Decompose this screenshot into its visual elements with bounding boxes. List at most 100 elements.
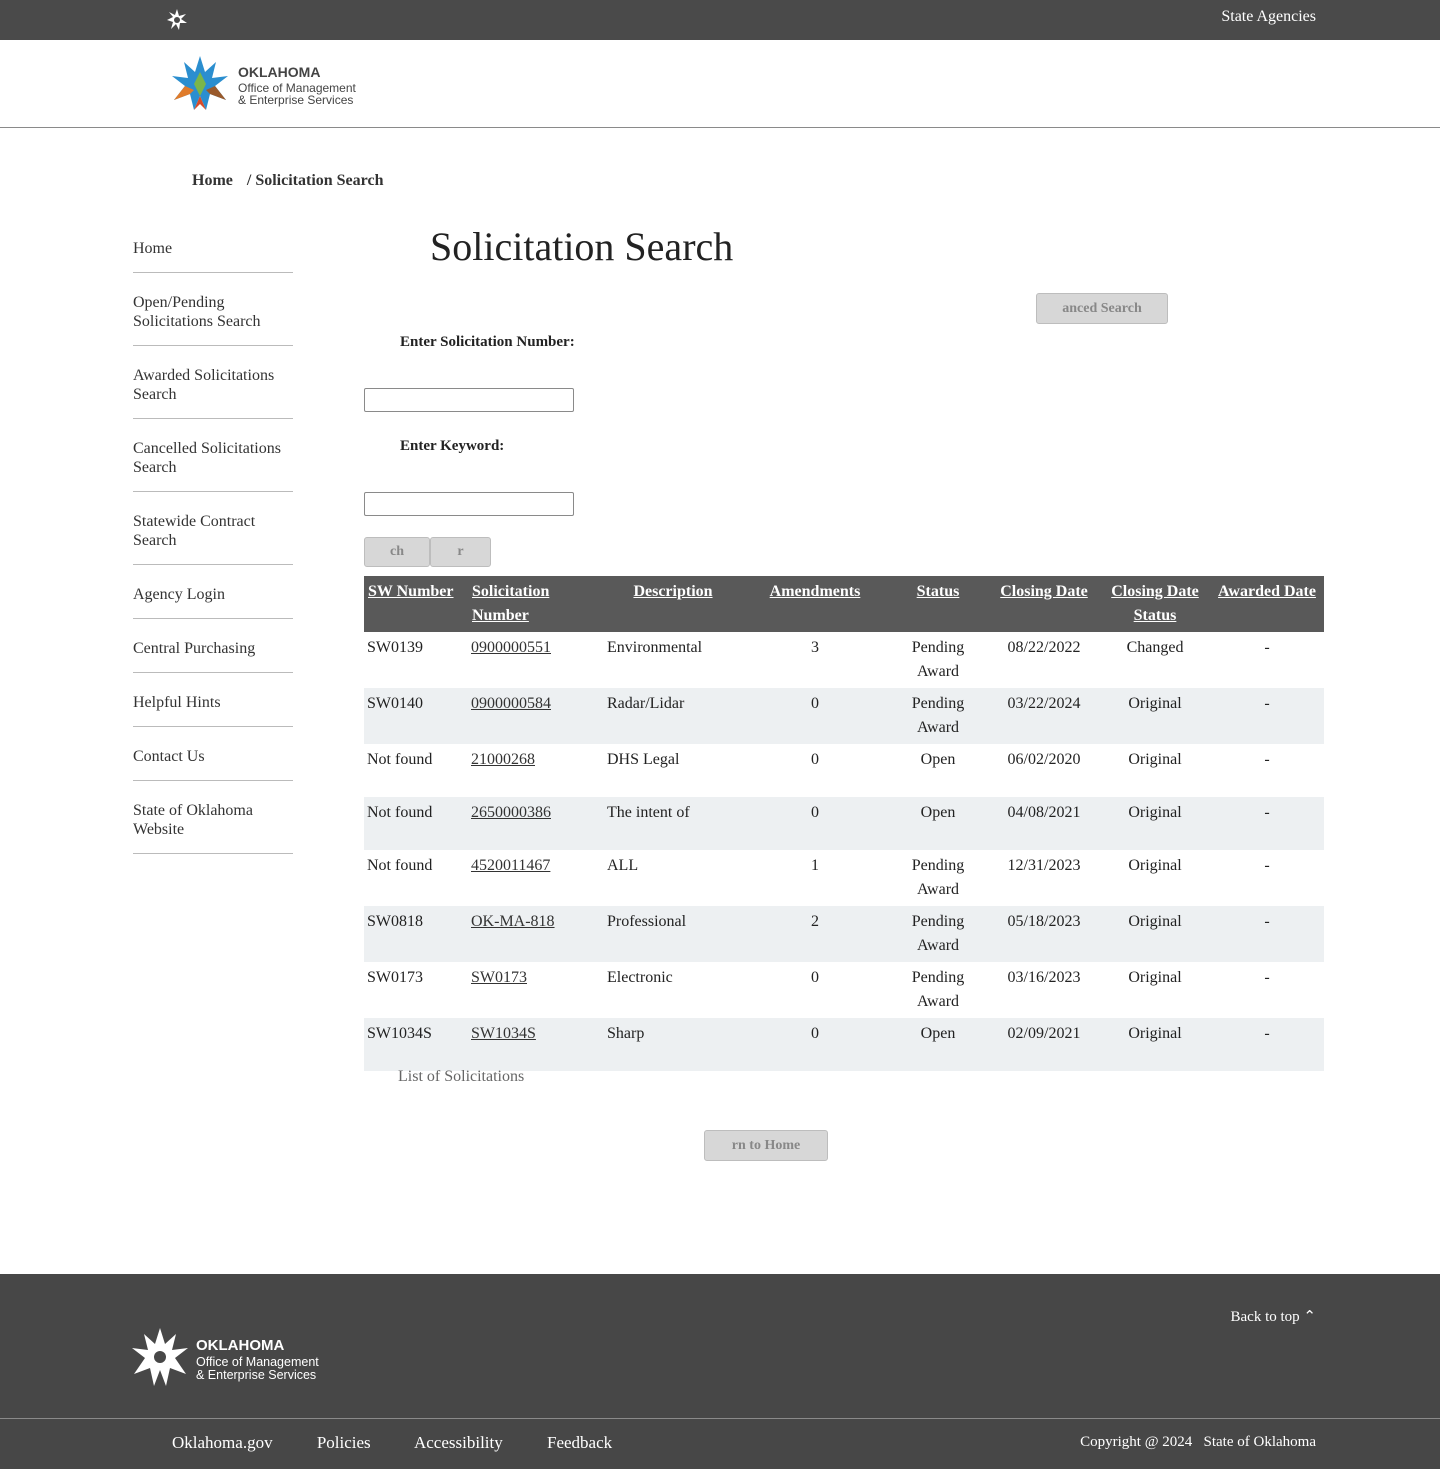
cell-amendments: 0: [742, 1018, 888, 1071]
cell-status: Pending Award: [911, 639, 965, 680]
copyright-state: State of Oklahoma: [1203, 1434, 1316, 1450]
table-header-row: SW Number Solicitation Number Descriptio…: [364, 576, 1324, 632]
sidebar-item-state-website[interactable]: State of Oklahoma Website: [133, 797, 293, 854]
sidebar-item-statewide-contract[interactable]: Statewide Contract Search: [133, 508, 293, 565]
sidebar-item-contact-us[interactable]: Contact Us: [133, 743, 293, 781]
solicitation-link[interactable]: SW0173: [471, 969, 527, 986]
cell-sw-number: Not found: [364, 797, 468, 850]
cell-status: Open: [920, 751, 956, 768]
solicitation-link[interactable]: 21000268: [471, 751, 535, 768]
cell-closing-date: 03/22/2024: [988, 688, 1100, 744]
table-row: Not found 2650000386 The intent of 0 Open 04/…: [364, 797, 1324, 850]
cell-solicitation-number: 4520011467: [468, 850, 604, 906]
footer-divider: [0, 1418, 1440, 1419]
cell-solicitation-number: SW1034S: [468, 1018, 604, 1071]
search-button[interactable]: ch: [364, 537, 430, 567]
cell-sw-number: SW0173: [367, 969, 423, 986]
cell-amendments: 0: [811, 751, 819, 768]
sidebar-item-cancelled[interactable]: Cancelled Solicitations Search: [133, 435, 293, 492]
cell-solicitation-number: 0900000551: [468, 632, 604, 688]
cell-amendments: 3: [811, 639, 819, 656]
back-to-top-link[interactable]: Back to top ⌃: [1231, 1307, 1316, 1326]
cell-closing-date: 04/08/2021: [988, 797, 1100, 850]
header-sw-number[interactable]: SW Number: [364, 576, 468, 632]
back-to-top-label: Back to top: [1230, 1309, 1300, 1325]
clear-button[interactable]: r: [430, 537, 491, 567]
oklahoma-star-icon[interactable]: [165, 8, 189, 32]
cell-awarded-date: -: [1264, 857, 1270, 874]
header-amendments[interactable]: Amendments: [742, 576, 888, 632]
cell-description: DHS Legal: [607, 751, 680, 768]
oklahoma-star-icon: [132, 1328, 188, 1386]
cell-closing-date-status: Original: [1128, 751, 1182, 768]
cell-description: ALL: [607, 857, 639, 874]
cell-description: Electronic: [607, 969, 673, 986]
cell-solicitation-number: SW0173: [468, 962, 604, 1018]
oklahoma-star-icon: [172, 56, 228, 110]
solicitation-link[interactable]: 0900000551: [471, 639, 551, 656]
header-awarded-date[interactable]: Awarded Date: [1210, 576, 1324, 632]
cell-awarded-date: -: [1264, 751, 1270, 768]
breadcrumb-current: / Solicitation Search: [246, 172, 384, 189]
solicitation-link[interactable]: 2650000386: [471, 804, 551, 821]
table-body: SW0139 0900000551 Environmental 3 Pending Aw…: [364, 632, 1324, 1071]
solicitation-number-input[interactable]: [364, 388, 574, 412]
cell-description: Professional: [604, 906, 742, 962]
footer-logo-line-1: OKLAHOMA: [196, 1337, 284, 1354]
table-caption: List of Solicitations: [398, 1068, 525, 1085]
header-closing-date[interactable]: Closing Date: [988, 576, 1100, 632]
header-closing-date-status[interactable]: Closing Date Status: [1100, 576, 1210, 632]
cell-awarded-date: -: [1264, 969, 1270, 986]
footer-logo-line-3: & Enterprise Services: [196, 1368, 316, 1382]
sidebar-item-open-pending[interactable]: Open/Pending Solicitations Search: [133, 289, 293, 346]
sidebar-item-helpful-hints[interactable]: Helpful Hints: [133, 689, 293, 727]
keyword-input[interactable]: [364, 492, 574, 516]
cell-sw-number: SW0140: [364, 688, 468, 744]
solicitation-link[interactable]: 4520011467: [471, 857, 550, 874]
cell-amendments: 2: [742, 906, 888, 962]
table-row: SW0140 0900000584 Radar/Lidar 0 Pending Awar…: [364, 688, 1324, 744]
footer-omes-logo[interactable]: OKLAHOMA Office of Management & Enterpri…: [132, 1326, 337, 1388]
cell-awarded-date: -: [1210, 688, 1324, 744]
breadcrumb-home[interactable]: Home: [192, 172, 233, 189]
return-home-button[interactable]: rn to Home: [704, 1130, 828, 1161]
cell-status: Pending Award: [911, 857, 965, 898]
advanced-search-button[interactable]: anced Search: [1036, 293, 1168, 324]
logo-line-1: OKLAHOMA: [238, 64, 320, 80]
site-header: OKLAHOMA Office of Management & Enterpri…: [0, 40, 1440, 128]
solicitation-number-label: Enter Solicitation Number:: [400, 334, 575, 350]
keyword-label: Enter Keyword:: [400, 438, 505, 454]
sidebar-item-central-purchasing[interactable]: Central Purchasing: [133, 635, 293, 673]
sidebar-item-home[interactable]: Home: [133, 235, 293, 273]
cell-closing-date: 03/16/2023: [1007, 969, 1081, 986]
table-row: Not found 4520011467 ALL 1 Pending Award 12/3…: [364, 850, 1324, 906]
table-row: Not found 21000268 DHS Legal 0 Open 06/02/202…: [364, 744, 1324, 797]
cell-status: Pending Award: [911, 969, 965, 1010]
footer-link-accessibility[interactable]: Accessibility: [414, 1433, 503, 1452]
solicitation-link[interactable]: SW1034S: [471, 1025, 536, 1042]
sidebar-item-awarded[interactable]: Awarded Solicitations Search: [133, 362, 293, 419]
cell-amendments: 0: [811, 969, 819, 986]
table-row: SW0818 OK-MA-818 Professional 2 Pending Awar…: [364, 906, 1324, 962]
header-description[interactable]: Description: [604, 576, 742, 632]
cell-awarded-date: -: [1264, 639, 1270, 656]
footer-link-policies[interactable]: Policies: [317, 1433, 371, 1452]
header-solicitation-number[interactable]: Solicitation Number: [468, 576, 604, 632]
footer-link-feedback[interactable]: Feedback: [547, 1433, 612, 1452]
sidebar-item-agency-login[interactable]: Agency Login: [133, 581, 293, 619]
cell-status: Pending Award: [888, 688, 988, 744]
footer-link-oklahoma-gov[interactable]: Oklahoma.gov: [172, 1433, 273, 1452]
cell-closing-date: 05/18/2023: [988, 906, 1100, 962]
cell-sw-number: Not found: [367, 857, 433, 874]
cell-status: Open: [888, 1018, 988, 1071]
solicitation-link[interactable]: 0900000584: [471, 695, 551, 712]
cell-solicitation-number: 0900000584: [468, 688, 604, 744]
solicitation-link[interactable]: OK-MA-818: [471, 913, 555, 930]
omes-logo[interactable]: OKLAHOMA Office of Management & Enterpri…: [170, 54, 380, 114]
header-status[interactable]: Status: [888, 576, 988, 632]
copyright-label: Copyright @: [1080, 1434, 1159, 1450]
cell-sw-number: SW0818: [364, 906, 468, 962]
chevron-up-icon: ⌃: [1303, 1309, 1316, 1325]
state-agencies-link[interactable]: State Agencies: [1221, 8, 1316, 26]
cell-closing-date: 06/02/2020: [1007, 751, 1081, 768]
